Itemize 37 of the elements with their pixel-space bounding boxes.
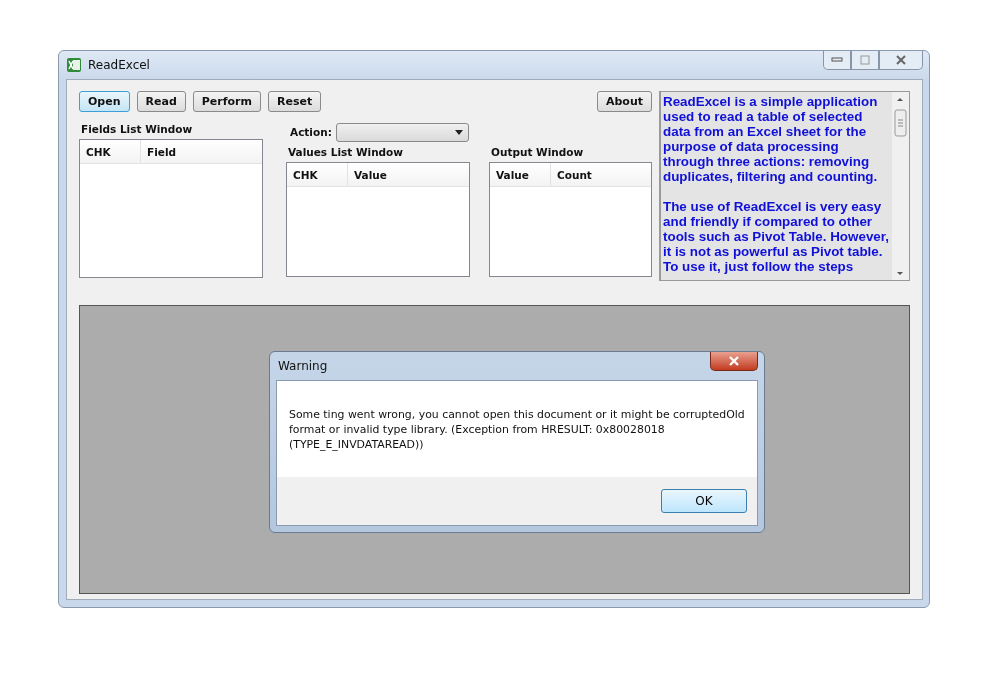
scrollbar[interactable] <box>892 92 909 280</box>
action-label: Action: <box>290 125 332 140</box>
about-button[interactable]: About <box>596 91 652 112</box>
values-list[interactable]: CHK Value <box>286 162 470 277</box>
close-button[interactable] <box>710 352 758 371</box>
spreadsheet-icon <box>66 57 82 73</box>
error-message: Some ting went wrong, you cannot open this document or it might be corruptedOld format or invalid type library. (Exception from HRESULT: 0x80028018 (TYPE_E_INVDATAREAD)) <box>289 406 745 452</box>
toolbar-button[interactable]: Open <box>79 91 130 112</box>
column-header[interactable]: Field <box>141 140 262 163</box>
list-title: Output Window <box>491 146 585 160</box>
column-header[interactable]: Value <box>490 163 551 186</box>
minimize-button[interactable] <box>823 51 851 70</box>
ok-button[interactable]: OK <box>661 489 747 513</box>
about-paragraph: ReadExcel is a simple application used to read a table of selected data from an Excel sheet for the purpose of data processing through three actions: removing duplicates, filtering and counting. <box>663 94 879 184</box>
fields-list[interactable]: CHK Field <box>79 139 263 278</box>
toolbar-button[interactable]: Reset <box>267 91 322 112</box>
column-header[interactable]: CHK <box>287 163 348 186</box>
column-header[interactable]: CHK <box>80 140 141 163</box>
toolbar-button[interactable]: Read <box>136 91 186 112</box>
column-header[interactable]: Value <box>348 163 469 186</box>
dropdown-arrow-icon <box>454 130 463 135</box>
maximize-button[interactable] <box>851 51 879 70</box>
action-dropdown[interactable] <box>335 123 469 142</box>
window-title: ReadExcel <box>88 58 150 72</box>
about-paragraph: The use of ReadExcel is very easy and friendly if compared to other tools such as Pivot Table. However, it is not as powerful as Pivot table. To use it, just follow the steps <box>663 199 890 274</box>
dialog-title: Warning <box>278 359 328 373</box>
close-icon <box>895 55 907 65</box>
list-title: Values List Window <box>288 146 405 160</box>
output-list[interactable]: Value Count <box>489 162 652 277</box>
maximize-icon <box>860 55 870 65</box>
minimize-icon <box>831 57 843 63</box>
toolbar-button[interactable]: Perform <box>192 91 261 112</box>
about-text-box[interactable] <box>659 91 910 281</box>
close-icon <box>728 356 740 366</box>
list-title: Fields List Window <box>81 123 194 137</box>
column-header[interactable]: Count <box>551 163 651 186</box>
close-button[interactable] <box>879 51 923 70</box>
